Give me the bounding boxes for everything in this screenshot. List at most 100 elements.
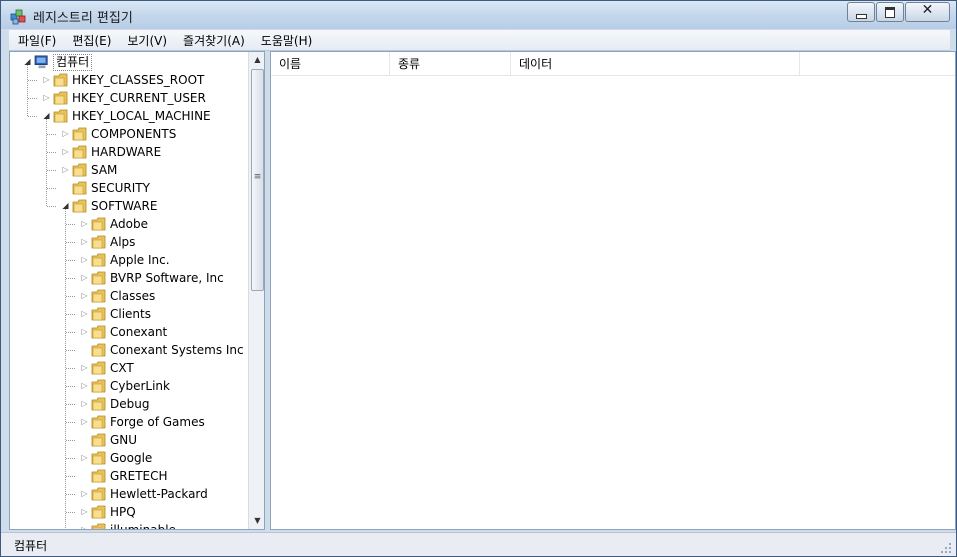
collapsed-arrow-icon[interactable]: ▷: [80, 305, 89, 323]
collapsed-arrow-icon[interactable]: ▷: [80, 521, 89, 529]
menu-favorites[interactable]: 즐겨찾기(A): [174, 30, 252, 50]
folder-icon: [91, 343, 106, 357]
registry-editor-icon: [10, 9, 26, 25]
tree-branch-line: [66, 224, 75, 225]
tree-node[interactable]: ▷ CXT: [10, 359, 248, 377]
tree-node[interactable]: ▷ COMPONENTS: [10, 125, 248, 143]
menu-edit[interactable]: 편집(E): [63, 30, 118, 50]
tree-node[interactable]: Conexant Systems Inc: [10, 341, 248, 359]
collapsed-arrow-icon[interactable]: ▷: [80, 323, 89, 341]
tree-node[interactable]: GRETECH: [10, 467, 248, 485]
tree-node[interactable]: SECURITY: [10, 179, 248, 197]
tree-node[interactable]: ▷ HKEY_CLASSES_ROOT: [10, 71, 248, 89]
scroll-down-arrow-icon[interactable]: ▼: [249, 513, 264, 529]
collapsed-arrow-icon[interactable]: ▷: [80, 503, 89, 521]
tree-node[interactable]: ▷ Adobe: [10, 215, 248, 233]
tree-node-label: Debug: [110, 397, 150, 411]
folder-icon: [91, 271, 106, 285]
tree-node[interactable]: ▷ CyberLink: [10, 377, 248, 395]
tree-node-label: Conexant Systems Inc: [110, 343, 244, 357]
menu-view[interactable]: 보기(V): [118, 30, 174, 50]
tree-node[interactable]: ▷ Apple Inc.: [10, 251, 248, 269]
tree-node[interactable]: ▷ Classes: [10, 287, 248, 305]
tree-node[interactable]: ▷ illuminable: [10, 521, 248, 529]
collapsed-arrow-icon[interactable]: ▷: [80, 395, 89, 413]
tree-node[interactable]: ▷ Clients: [10, 305, 248, 323]
minimize-icon: [856, 14, 867, 19]
maximize-button[interactable]: [876, 2, 904, 22]
resize-grip-icon[interactable]: [940, 542, 952, 554]
collapsed-arrow-icon[interactable]: ▷: [42, 71, 51, 89]
tree-node[interactable]: ▷ HKEY_CURRENT_USER: [10, 89, 248, 107]
tree-node[interactable]: ▷ Debug: [10, 395, 248, 413]
tree-node[interactable]: ▷ HARDWARE: [10, 143, 248, 161]
collapsed-arrow-icon[interactable]: ▷: [61, 143, 70, 161]
close-button[interactable]: ✕: [905, 2, 950, 22]
tree-node[interactable]: ▷ SAM: [10, 161, 248, 179]
tree-branch-line: [47, 206, 56, 207]
collapsed-arrow-icon[interactable]: ▷: [42, 89, 51, 107]
column-header-data[interactable]: 데이터: [511, 52, 800, 75]
collapsed-arrow-icon[interactable]: ▷: [80, 287, 89, 305]
tree-node[interactable]: ▷ Forge of Games: [10, 413, 248, 431]
expanded-arrow-icon[interactable]: ◢: [42, 107, 51, 125]
tree-vertical-scrollbar[interactable]: ▲ ≡ ▼: [248, 52, 264, 529]
collapsed-arrow-icon[interactable]: ▷: [80, 215, 89, 233]
collapsed-arrow-icon[interactable]: ▷: [80, 449, 89, 467]
tree-branch-line: [66, 314, 75, 315]
tree-node[interactable]: ▷ HPQ: [10, 503, 248, 521]
tree-branch-line: [66, 260, 75, 261]
column-header-name[interactable]: 이름: [271, 52, 390, 75]
tree-node[interactable]: ◢ SOFTWARE: [10, 197, 248, 215]
column-header-filler: [800, 52, 955, 75]
expanded-arrow-icon[interactable]: ◢: [23, 53, 32, 71]
tree-node[interactable]: GNU: [10, 431, 248, 449]
collapsed-arrow-icon[interactable]: ▷: [80, 359, 89, 377]
scroll-thumb[interactable]: ≡: [251, 69, 264, 291]
collapsed-arrow-icon[interactable]: ▷: [80, 269, 89, 287]
tree-branch-line: [47, 188, 56, 189]
folder-icon: [91, 361, 106, 375]
minimize-button[interactable]: [847, 2, 875, 22]
tree-node-label: BVRP Software, Inc: [110, 271, 224, 285]
tree-branch-line: [66, 422, 75, 423]
tree-node-label: CyberLink: [110, 379, 170, 393]
collapsed-arrow-icon[interactable]: ▷: [61, 161, 70, 179]
tree-node[interactable]: ▷ Alps: [10, 233, 248, 251]
tree-node-label: SAM: [91, 163, 118, 177]
collapsed-arrow-icon[interactable]: ▷: [80, 251, 89, 269]
tree-node-computer[interactable]: ◢ 컴퓨터: [10, 53, 248, 71]
collapsed-arrow-icon[interactable]: ▷: [61, 125, 70, 143]
folder-icon: [91, 235, 106, 249]
registry-value-pane[interactable]: 이름 종류 데이터: [270, 51, 956, 530]
tree-node[interactable]: ▷ Conexant: [10, 323, 248, 341]
collapsed-arrow-icon[interactable]: ▷: [80, 413, 89, 431]
tree-branch-line: [47, 134, 56, 135]
collapsed-arrow-icon[interactable]: ▷: [80, 233, 89, 251]
menu-help[interactable]: 도움말(H): [252, 30, 320, 50]
tree-node[interactable]: ▷ Hewlett-Packard: [10, 485, 248, 503]
registry-tree-pane[interactable]: ◢ 컴퓨터 ▷ HKEY_CLASSES_ROOT ▷ HKEY_CURRENT_USER…: [9, 51, 265, 530]
title-bar[interactable]: 레지스트리 편집기 ✕: [1, 1, 956, 29]
menu-file[interactable]: 파일(F): [9, 30, 63, 50]
collapsed-arrow-icon[interactable]: ▷: [80, 377, 89, 395]
status-text: 컴퓨터: [14, 539, 48, 553]
scroll-up-arrow-icon[interactable]: ▲: [249, 52, 264, 68]
column-header-type[interactable]: 종류: [390, 52, 511, 75]
tree-node-label: SOFTWARE: [91, 199, 158, 213]
tree-branch-line: [47, 170, 56, 171]
tree-node[interactable]: ◢ HKEY_LOCAL_MACHINE: [10, 107, 248, 125]
folder-icon: [72, 127, 87, 141]
tree-node[interactable]: ▷ BVRP Software, Inc: [10, 269, 248, 287]
tree-branch-line: [66, 440, 75, 441]
folder-icon: [72, 199, 87, 213]
tree-node[interactable]: ▷ Google: [10, 449, 248, 467]
collapsed-arrow-icon[interactable]: ▷: [80, 485, 89, 503]
tree-node-label: CXT: [110, 361, 134, 375]
tree-node-label: Classes: [110, 289, 156, 303]
tree-node-label: 컴퓨터: [53, 54, 93, 71]
tree-branch-line: [66, 332, 75, 333]
folder-icon: [91, 487, 106, 501]
tree-branch-line: [28, 98, 37, 99]
expanded-arrow-icon[interactable]: ◢: [61, 197, 70, 215]
